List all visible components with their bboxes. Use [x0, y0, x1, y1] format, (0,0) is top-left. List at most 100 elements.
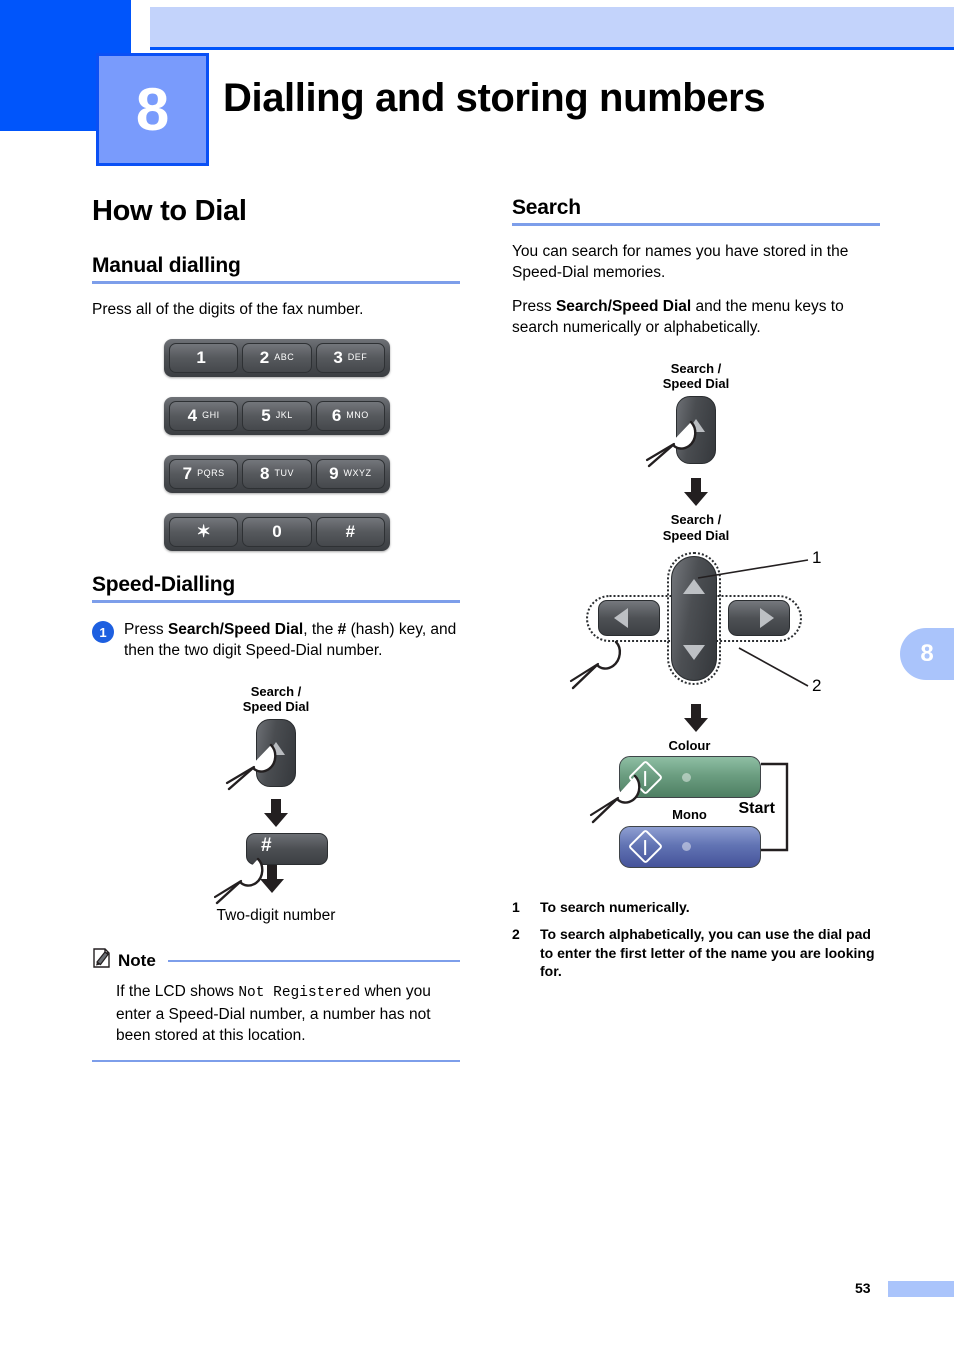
- start-label: Start: [738, 800, 775, 818]
- note-pencil-icon: [92, 947, 112, 974]
- left-column: How to Dial Manual dialling Press all of…: [92, 195, 460, 1062]
- keypad-digit: 5: [261, 406, 271, 426]
- keypad-letters: WXYZ: [343, 468, 372, 479]
- caption-line-2: Speed Dial: [242, 698, 310, 714]
- triangle-up-icon: [267, 742, 285, 756]
- search-paragraph-2: Press Search/Speed Dial and the menu key…: [512, 297, 880, 339]
- arrow-stem: [267, 865, 277, 880]
- paragraph-text-a: Press: [512, 297, 556, 315]
- caption-line-1: Search /: [250, 683, 302, 699]
- keypad-row: 7 PQRS 8 TUV 9 WXYZ: [164, 454, 390, 493]
- heading-rule: [92, 281, 460, 285]
- search-speed-dial-caption: Search / Speed Dial: [243, 684, 309, 715]
- keypad-key-star: ✶: [169, 516, 239, 547]
- down-arrow-1: [264, 799, 288, 828]
- chapter-number-box: 8: [96, 53, 209, 166]
- heading-search: Search: [512, 196, 581, 219]
- note-box: Note If the LCD shows Not Registered whe…: [92, 947, 460, 1062]
- down-arrow-1: [684, 478, 708, 507]
- start-diamond-icon: [627, 829, 663, 865]
- heading-rule: [92, 600, 460, 604]
- start-buttons-group: Colour Mono Start: [589, 738, 804, 872]
- chapter-side-tab: 8: [900, 628, 954, 680]
- arrow-stem: [691, 478, 701, 493]
- heading-speed-dialling: Speed-Dialling: [92, 572, 236, 596]
- step-text-b: , the: [303, 621, 338, 639]
- arrow-head: [684, 718, 708, 733]
- keypad-digit: 0: [272, 522, 282, 542]
- note-rule: [167, 959, 460, 962]
- mono-start-button: [618, 825, 761, 868]
- footnotes: 1 To search numerically. 2 To search alp…: [512, 898, 880, 982]
- led-indicator: [681, 842, 691, 852]
- chapter-number: 8: [135, 75, 170, 143]
- search-speed-dial-caption-2: Search / Speed Dial: [663, 512, 729, 543]
- keypad-key-4: 4 GHI: [169, 400, 239, 431]
- search-flow-diagram: Search / Speed Dial Search / Speed Dial: [512, 361, 880, 872]
- keypad-key-hash: #: [315, 516, 385, 547]
- page-title: Dialling and storing numbers: [223, 76, 766, 120]
- keypad-digit: 9: [329, 464, 339, 484]
- arrow-head: [684, 492, 708, 507]
- keypad-key-6: 6 MNO: [315, 400, 385, 431]
- section-title-how-to-dial: How to Dial: [92, 195, 247, 227]
- keypad-key-8: 8 TUV: [242, 458, 312, 489]
- footer-bar: [888, 1281, 954, 1297]
- keypad-letters: ABC: [274, 352, 295, 363]
- dial-pad-illustration: 1 2 ABC 3 DEF 4 GHI 5 JKL 6 MNO 7 PQRS 8…: [164, 338, 390, 551]
- callout-leader-lines: [697, 559, 809, 687]
- footnote-text: To search alphabetically, you can use th…: [540, 925, 875, 980]
- down-arrow-2: [260, 865, 284, 894]
- arrow-head: [264, 813, 288, 828]
- paragraph-bold-search-speed-dial: Search/Speed Dial: [555, 297, 692, 315]
- header-rule: [150, 47, 954, 50]
- caption-line-1: Search /: [670, 512, 722, 528]
- search-speed-dial-caption-1: Search / Speed Dial: [663, 361, 729, 392]
- callout-number-2: 2: [812, 676, 822, 696]
- caption-line-2: Speed Dial: [662, 527, 730, 543]
- heading-manual-dialling: Manual dialling: [92, 253, 241, 277]
- triangle-up-icon: [687, 419, 705, 433]
- caption-line-1: Search /: [670, 360, 722, 376]
- lcd-message: Not Registered: [238, 985, 361, 1002]
- note-title: Note: [118, 950, 156, 970]
- keypad-key-9: 9 WXYZ: [315, 458, 385, 489]
- manual-dialling-intro: Press all of the digits of the fax numbe…: [92, 301, 364, 319]
- keypad-key-2: 2 ABC: [242, 342, 312, 373]
- keypad-key-5: 5 JKL: [242, 400, 312, 431]
- colour-start-button: [618, 756, 761, 799]
- search-paragraph-1: You can search for names you have stored…: [512, 243, 849, 282]
- note-header: Note: [92, 947, 460, 974]
- note-bottom-rule: [92, 1059, 460, 1062]
- footnote-1: 1 To search numerically.: [512, 898, 880, 917]
- footnote-number: 2: [512, 925, 520, 942]
- keypad-digit: 8: [260, 464, 270, 484]
- keypad-letters: PQRS: [197, 468, 225, 479]
- search-speed-dial-key: [676, 396, 716, 465]
- hash-key-label: #: [261, 835, 272, 857]
- keypad-digit: 6: [331, 406, 342, 426]
- keypad-row: ✶ 0 #: [164, 512, 390, 551]
- two-digit-number-caption: Two-digit number: [216, 907, 336, 925]
- note-text: If the LCD shows Not Registered when you…: [116, 981, 460, 1046]
- keypad-digit: 7: [182, 464, 193, 484]
- step-text-a: Press: [124, 621, 168, 639]
- start-diamond-icon: [627, 759, 663, 796]
- step-bold-search-speed-dial: Search/Speed Dial: [167, 621, 304, 639]
- keypad-letters: MNO: [346, 410, 369, 421]
- footnote-number: 1: [512, 898, 520, 915]
- keypad-digit: 2: [259, 348, 270, 368]
- note-text-a: If the LCD shows: [116, 983, 239, 1001]
- keypad-key-0: 0: [242, 516, 312, 547]
- keypad-letters: GHI: [202, 410, 220, 421]
- page-number: 53: [855, 1280, 871, 1296]
- keypad-digit: 4: [187, 406, 198, 426]
- footnote-text: To search numerically.: [540, 898, 690, 915]
- keypad-row: 4 GHI 5 JKL 6 MNO: [164, 396, 390, 435]
- colour-label: Colour: [668, 738, 711, 754]
- keypad-key-1: 1: [169, 342, 239, 373]
- navigation-pad-group: 1 2: [546, 548, 846, 698]
- caption-line-2: Speed Dial: [662, 376, 730, 392]
- keypad-digit: 3: [333, 348, 343, 368]
- keypad-letters: DEF: [347, 352, 368, 363]
